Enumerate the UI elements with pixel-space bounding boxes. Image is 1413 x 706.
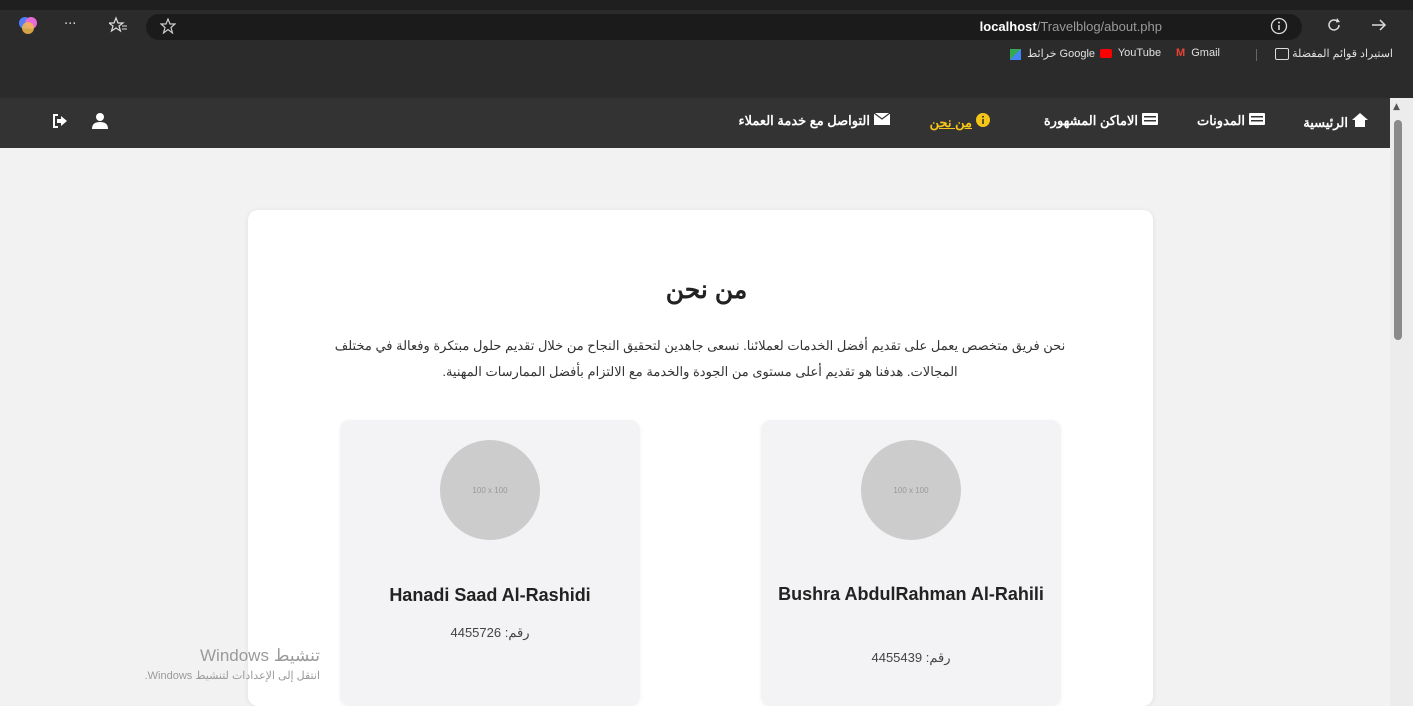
bookmark-import-favorites[interactable]: استيراد قوائم المفضلة <box>1272 47 1393 61</box>
favorites-list-icon[interactable] <box>107 16 127 38</box>
url-path: /Travelblog/about.php <box>1036 19 1162 34</box>
logout-icon[interactable] <box>52 113 68 133</box>
nav-label: الاماكن المشهورة <box>1043 113 1138 128</box>
team-member-card: 100 x 100 Hanadi Saad Al-Rashidi رقم: 44… <box>340 420 640 706</box>
avatar-placeholder: 100 x 100 <box>440 440 540 540</box>
browser-toolbar: ··· localhost/Travelblog/about.php <box>0 10 1413 43</box>
page-title: من نحن <box>665 276 748 304</box>
member-number-label: رقم: <box>504 625 530 640</box>
url-host: localhost <box>979 19 1037 34</box>
nav-about-us[interactable]: من نحن <box>930 113 990 131</box>
intro-line-1: نحن فريق متخصص يعمل على تقديم أفضل الخدم… <box>334 338 1066 353</box>
member-number: رقم: 4455726 <box>350 625 630 641</box>
watermark-subtitle: انتقل إلى الإعدادات لتنشيط Windows. <box>144 670 320 682</box>
bookmark-gmail[interactable]: M Gmail <box>1176 47 1220 59</box>
bookmark-youtube[interactable]: YouTube <box>1100 47 1161 59</box>
bookmark-label: YouTube <box>1117 47 1162 59</box>
member-number: رقم: 4455439 <box>771 650 1051 666</box>
copilot-icon[interactable] <box>18 15 38 39</box>
youtube-icon <box>1100 48 1112 58</box>
nav-label: التواصل مع خدمة العملاء <box>738 113 870 128</box>
address-bar[interactable]: localhost/Travelblog/about.php <box>146 14 1302 40</box>
scroll-up-arrow-icon[interactable]: ▲ <box>1393 102 1400 112</box>
nav-contact-support[interactable]: التواصل مع خدمة العملاء <box>738 112 891 129</box>
bookmark-label: Gmail <box>1191 47 1220 59</box>
member-number-value: 4455726 <box>450 625 502 640</box>
bookmark-divider <box>1256 49 1257 61</box>
url-text[interactable]: localhost/Travelblog/about.php <box>980 19 1162 34</box>
browser-chrome-lower <box>0 65 1413 98</box>
list-icon <box>1142 113 1158 128</box>
gmail-icon: M <box>1176 47 1186 59</box>
nav-label: الرئيسية <box>1303 115 1348 130</box>
envelope-icon <box>873 112 891 128</box>
team-member-card: 100 x 100 Bushra AbdulRahman Al-Rahili ر… <box>761 420 1061 706</box>
maps-icon <box>1010 48 1021 60</box>
nav-blogs[interactable]: المدونات <box>1197 113 1265 129</box>
info-icon <box>976 113 990 130</box>
home-icon <box>1352 113 1368 130</box>
member-number-value: 4455439 <box>871 650 923 665</box>
nav-label: من نحن <box>929 115 972 130</box>
member-name: Bushra AbdulRahman Al-Rahili <box>778 584 1044 604</box>
member-name: Hanadi Saad Al-Rashidi <box>389 585 591 605</box>
site-navbar: الرئيسية المدونات الاماكن المشهورة من نح… <box>0 98 1390 148</box>
scrollbar-thumb[interactable] <box>1394 120 1402 340</box>
bookmarks-bar: استيراد قوائم المفضلة M Gmail YouTube خر… <box>0 43 1413 65</box>
windows-activation-watermark: تنشيط Windows انتقل إلى الإعدادات لتنشيط… <box>50 645 320 685</box>
browser-chrome: ··· localhost/Travelblog/about.php استير… <box>0 10 1413 65</box>
list-icon <box>1249 113 1265 128</box>
site-info-icon[interactable] <box>1270 17 1288 39</box>
user-icon[interactable] <box>92 112 108 134</box>
member-number-label: رقم: <box>925 650 951 665</box>
bookmark-label: استيراد قوائم المفضلة <box>1292 48 1393 60</box>
favorite-star-icon[interactable] <box>159 17 177 38</box>
watermark-title: تنشيط Windows <box>200 646 320 665</box>
bookmark-label: خرائط Google <box>1027 48 1096 60</box>
forward-arrow-icon[interactable] <box>1370 16 1388 38</box>
nav-famous-places[interactable]: الاماكن المشهورة <box>1044 113 1158 129</box>
avatar-placeholder: 100 x 100 <box>861 440 961 540</box>
intro-paragraph: نحن فريق متخصص يعمل على تقديم أفضل الخدم… <box>290 333 1110 385</box>
window-top-strip <box>0 0 1413 10</box>
refresh-icon[interactable] <box>1325 16 1343 38</box>
folder-icon <box>1275 48 1290 61</box>
intro-line-2: المجالات. هدفنا هو تقديم أعلى مستوى من ا… <box>442 364 958 379</box>
nav-home[interactable]: الرئيسية <box>1303 113 1368 131</box>
more-menu-icon[interactable]: ··· <box>64 17 76 32</box>
bookmark-google-maps[interactable]: خرائط Google <box>1010 47 1095 60</box>
nav-label: المدونات <box>1196 113 1245 128</box>
